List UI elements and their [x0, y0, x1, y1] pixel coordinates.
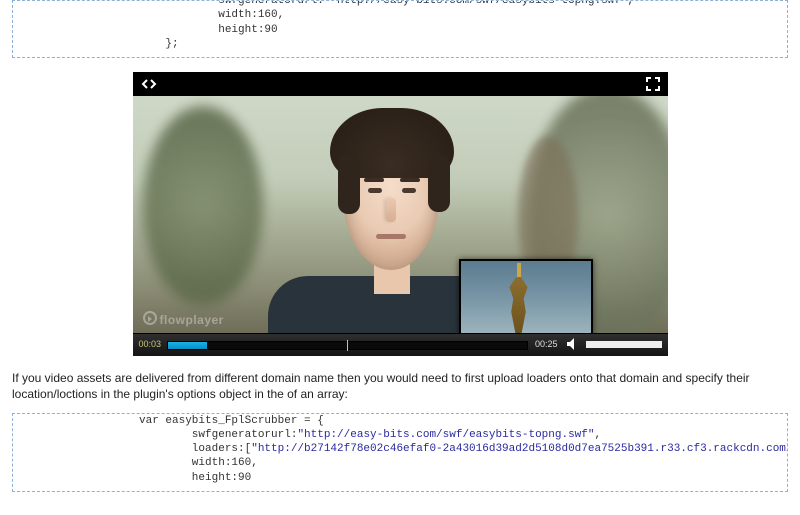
code-block-bottom: var easybits_FplScrubber = { swfgenerato…	[12, 413, 788, 492]
code-content-top: swfgeneratorurl: "http://easy-bits.com/s…	[13, 0, 787, 57]
code-string: "http://easy-bits.com/swf/easybits-topng…	[297, 429, 594, 441]
description-paragraph: If you video assets are delivered from d…	[12, 370, 788, 402]
volume-icon[interactable]	[566, 337, 580, 351]
video-player-container: flowplayer 00:03 00:25	[133, 72, 668, 356]
time-elapsed: 00:03	[139, 339, 162, 349]
seek-bar[interactable]	[167, 341, 528, 350]
volume-slider[interactable]	[586, 343, 662, 346]
code-block-top: swfgeneratorurl: "http://easy-bits.com/s…	[12, 0, 788, 58]
preview-thumbnail[interactable]	[459, 259, 593, 333]
flowplayer-watermark: flowplayer	[143, 310, 224, 327]
code-string: "http://b27142f78e02c46efaf0-2a43016d39a…	[251, 443, 788, 455]
watermark-text: flowplayer	[160, 313, 224, 327]
seek-bar-progress	[168, 342, 207, 349]
video-player: flowplayer 00:03 00:25	[133, 72, 668, 356]
code-line: width:160,	[139, 9, 284, 21]
player-topbar	[133, 72, 668, 96]
code-line: swfgeneratorurl: "http://easy-bits.com/s…	[139, 0, 634, 7]
code-line: var easybits_FplScrubber = {	[139, 415, 324, 427]
code-content-bottom: var easybits_FplScrubber = { swfgenerato…	[13, 414, 787, 491]
code-line: ,	[595, 429, 602, 441]
video-viewport[interactable]: flowplayer	[133, 96, 668, 333]
player-controls: 00:03 00:25	[133, 333, 668, 356]
code-line: height:90	[139, 24, 278, 36]
embed-icon[interactable]	[141, 77, 157, 91]
code-line: };	[139, 38, 179, 50]
seek-bar-marker	[347, 340, 348, 351]
code-line: loaders:[	[139, 443, 251, 455]
code-line: height:90	[139, 472, 251, 484]
time-duration: 00:25	[535, 339, 558, 349]
fullscreen-icon[interactable]	[646, 77, 660, 91]
code-line: swfgeneratorurl:	[139, 429, 297, 441]
code-line: width:160,	[139, 457, 258, 469]
